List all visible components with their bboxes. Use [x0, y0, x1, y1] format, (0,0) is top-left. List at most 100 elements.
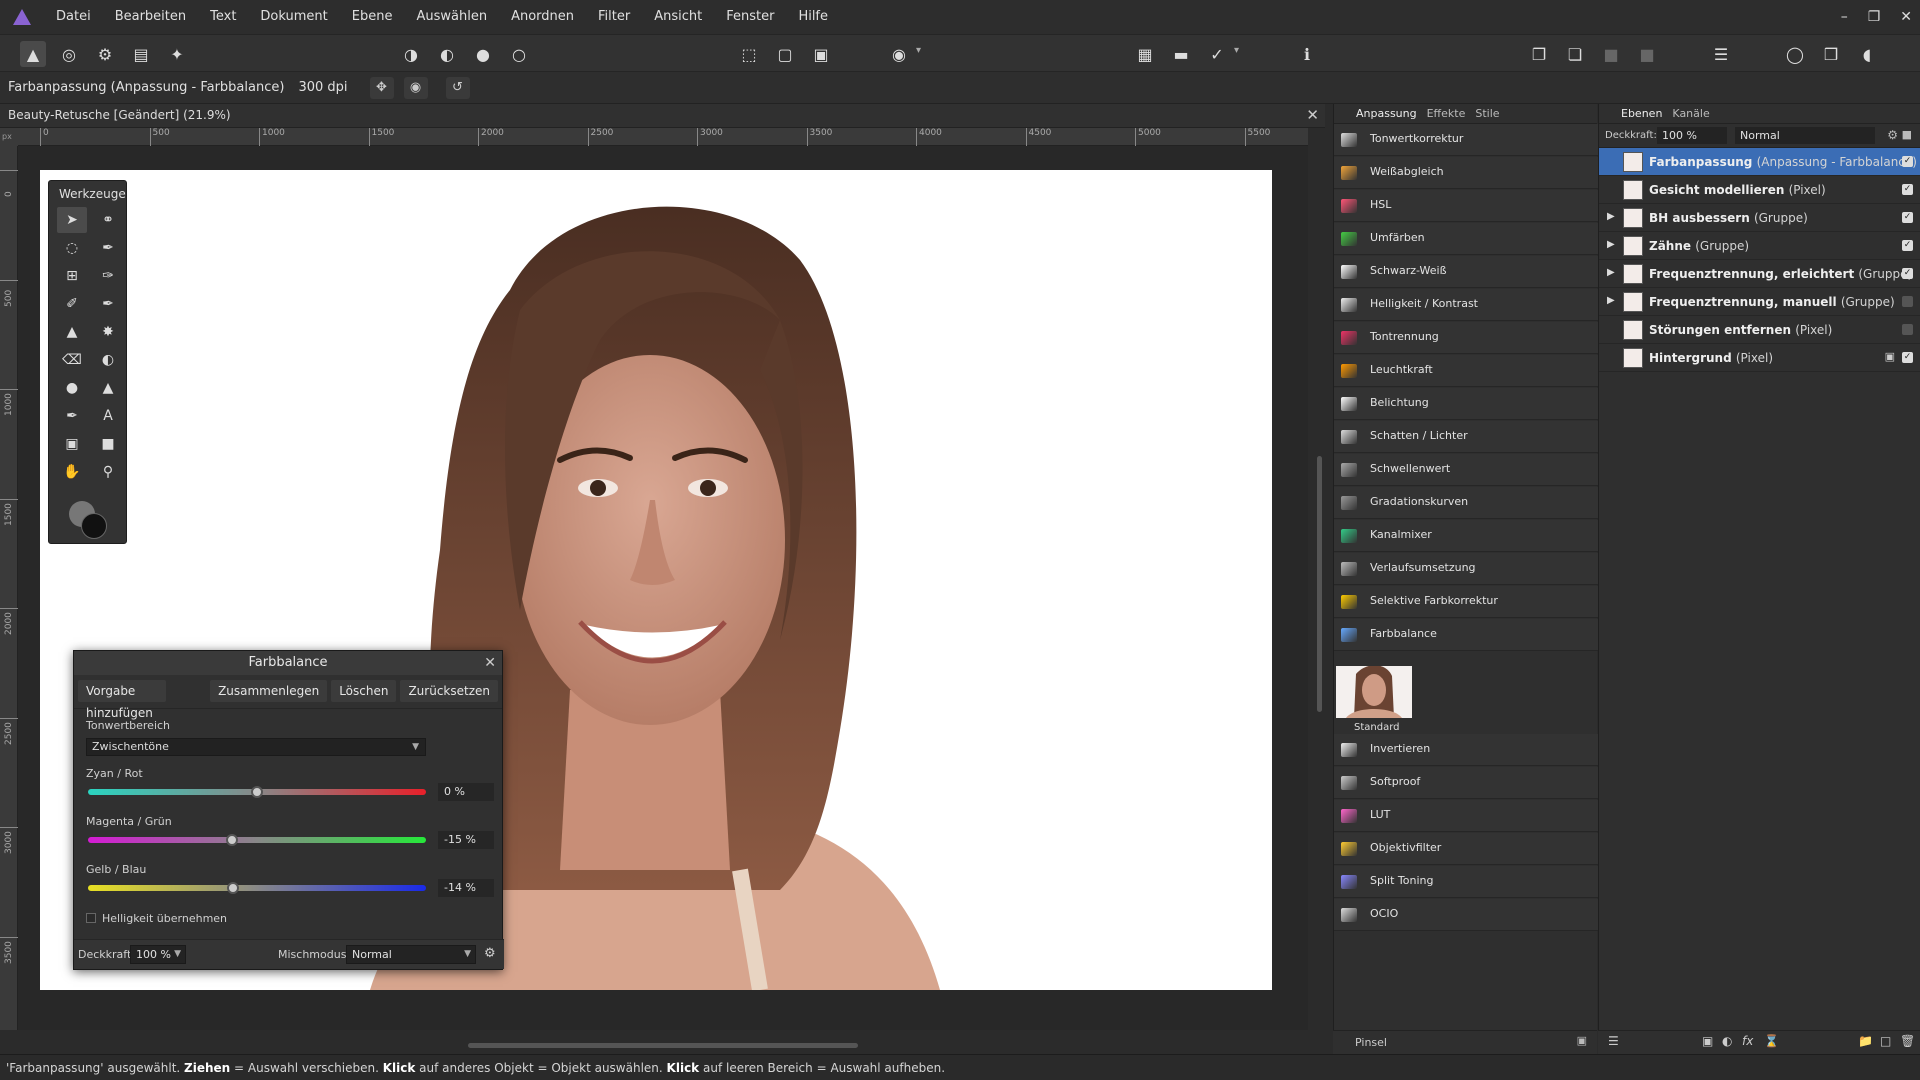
- adjustment-item[interactable]: Schwarz-Weiß: [1334, 256, 1598, 288]
- select-all-icon[interactable]: ⬚: [736, 41, 762, 67]
- adjustment-item[interactable]: OCIO: [1334, 899, 1598, 931]
- tab-adjustment[interactable]: Anpassung: [1356, 107, 1417, 120]
- adjustment-item[interactable]: Umfärben: [1334, 223, 1598, 255]
- adjustment-item[interactable]: Gradationskurven: [1334, 487, 1598, 519]
- tab-styles[interactable]: Stile: [1475, 107, 1499, 120]
- arrange-back-icon[interactable]: ❐: [1526, 41, 1552, 67]
- boolean-subtract-icon[interactable]: ❒: [1818, 41, 1844, 67]
- hand-tool-icon[interactable]: ✋: [57, 459, 87, 485]
- adjustment-item[interactable]: Verlaufsumsetzung: [1334, 553, 1598, 585]
- adjustment-item[interactable]: Tontrennung: [1334, 322, 1598, 354]
- menu-item-10[interactable]: Hilfe: [786, 0, 840, 34]
- opacity-select[interactable]: 100 % ▼: [130, 945, 186, 964]
- close-document-icon[interactable]: ✕: [1306, 106, 1319, 124]
- layer-opacity-select[interactable]: 100 %: [1657, 127, 1727, 144]
- adjustment-item[interactable]: Farbbalance: [1334, 619, 1598, 651]
- color-well[interactable]: [67, 499, 111, 539]
- affinity-photo-logo-icon[interactable]: [0, 0, 44, 34]
- shape-tool-icon[interactable]: ■: [93, 431, 123, 457]
- lock-icon[interactable]: ■: [1902, 128, 1912, 141]
- arrange-front-icon[interactable]: ■: [1598, 41, 1624, 67]
- background-color[interactable]: [81, 513, 107, 539]
- reset-icon[interactable]: ↺: [445, 76, 470, 99]
- menu-item-7[interactable]: Filter: [586, 0, 642, 34]
- layer-row[interactable]: Störungen entfernen (Pixel): [1599, 316, 1920, 344]
- layer-row[interactable]: ▶ Frequenztrennung, manuell (Gruppe): [1599, 288, 1920, 316]
- expand-arrow-icon[interactable]: ▶: [1607, 239, 1615, 250]
- crop-tool-icon[interactable]: ⊞: [57, 263, 87, 289]
- erase-tool-icon[interactable]: ⌫: [57, 347, 87, 373]
- invert-selection-icon[interactable]: ▣: [808, 41, 834, 67]
- adjustment-item[interactable]: Softproof: [1334, 767, 1598, 799]
- assistant-dropdown-icon[interactable]: ▾: [1234, 45, 1244, 63]
- boolean-add-icon[interactable]: ◯: [1782, 41, 1808, 67]
- vertical-scroll-thumb[interactable]: [1317, 456, 1322, 712]
- cyan-red-value[interactable]: 0 %: [438, 783, 494, 801]
- adjustment-item[interactable]: Selektive Farbkorrektur: [1334, 586, 1598, 618]
- adjustment-item[interactable]: Schatten / Lichter: [1334, 421, 1598, 453]
- checkbox-box[interactable]: [86, 913, 96, 923]
- menu-item-8[interactable]: Ansicht: [642, 0, 714, 34]
- layer-row[interactable]: ▶ Zähne (Gruppe) ✓: [1599, 232, 1920, 260]
- visibility-checkbox[interactable]: ✓: [1902, 156, 1913, 167]
- selection-brush-tool-icon[interactable]: ⚭: [93, 207, 123, 233]
- layer-blend-select[interactable]: Normal: [1735, 127, 1875, 144]
- healing-tool-icon[interactable]: ✸: [93, 319, 123, 345]
- close-window-icon[interactable]: ✕: [1900, 9, 1912, 25]
- adjustment-preset-thumbnail[interactable]: [1336, 666, 1412, 718]
- info-icon[interactable]: ℹ: [1294, 41, 1320, 67]
- tonal-range-select[interactable]: Zwischentöne ▼: [86, 738, 426, 756]
- tab-effects[interactable]: Effekte: [1427, 107, 1466, 120]
- pixel-tool-icon[interactable]: ✒: [93, 291, 123, 317]
- expand-arrow-icon[interactable]: ▶: [1607, 211, 1615, 222]
- layer-stack-icon[interactable]: ☰: [1608, 1034, 1619, 1048]
- blend-mode-select[interactable]: Normal ▼: [346, 945, 476, 964]
- adjustment-item[interactable]: Split Toning: [1334, 866, 1598, 898]
- visibility-checkbox[interactable]: ✓: [1902, 268, 1913, 279]
- fx-icon[interactable]: fx: [1742, 1034, 1753, 1048]
- adjustment-item[interactable]: Schwellenwert: [1334, 454, 1598, 486]
- guides-icon[interactable]: ▬: [1168, 41, 1194, 67]
- liquify-persona-icon[interactable]: ◎: [56, 41, 82, 67]
- position-icon[interactable]: ✥: [369, 76, 394, 99]
- zoom-tool-icon[interactable]: ⚲: [93, 459, 123, 485]
- deselect-icon[interactable]: ▢: [772, 41, 798, 67]
- visibility-icon[interactable]: ◉: [403, 76, 428, 99]
- menu-item-2[interactable]: Text: [198, 0, 248, 34]
- visibility-checkbox[interactable]: ✓: [1902, 240, 1913, 251]
- layer-row[interactable]: Hintergrund (Pixel) ▣ ✓: [1599, 344, 1920, 372]
- magenta-green-slider[interactable]: [88, 837, 426, 843]
- layer-row[interactable]: ▶ Frequenztrennung, erleichtert (Gruppe) ✓: [1599, 260, 1920, 288]
- document-tab[interactable]: Beauty-Retusche [Geändert] (21.9%) ✕: [0, 104, 1325, 128]
- paint-brush-tool-icon[interactable]: ✐: [57, 291, 87, 317]
- boolean-intersect-icon[interactable]: ◖: [1854, 41, 1880, 67]
- yellow-blue-slider-knob[interactable]: [227, 882, 240, 894]
- sharpen-tool-icon[interactable]: ▲: [93, 375, 123, 401]
- layer-row[interactable]: Farbanpassung (Anpassung - Farbbalance) ✓: [1599, 148, 1920, 176]
- yellow-blue-value[interactable]: -14 %: [438, 879, 494, 897]
- visibility-checkbox[interactable]: [1902, 296, 1913, 307]
- cyan-red-slider-knob[interactable]: [251, 786, 263, 798]
- adjustment-item[interactable]: Tonwertkorrektur: [1334, 124, 1598, 156]
- live-filter-icon[interactable]: ⌛: [1764, 1034, 1779, 1048]
- snapping-icon[interactable]: ▦: [1132, 41, 1158, 67]
- expand-arrow-icon[interactable]: ▶: [1607, 295, 1615, 306]
- layer-row[interactable]: ▶ BH ausbessern (Gruppe) ✓: [1599, 204, 1920, 232]
- lock-icon[interactable]: ▣: [1885, 350, 1895, 363]
- adjustment-item[interactable]: Kanalmixer: [1334, 520, 1598, 552]
- horizontal-scrollbar[interactable]: [18, 1036, 1308, 1054]
- ruler-unit[interactable]: px: [0, 128, 18, 146]
- visibility-checkbox[interactable]: ✓: [1902, 184, 1913, 195]
- auto-contrast-icon[interactable]: ◐: [434, 41, 460, 67]
- add-preset-button[interactable]: Vorgabe hinzufügen: [78, 680, 167, 720]
- adjustment-item[interactable]: Objektivfilter: [1334, 833, 1598, 865]
- photo-persona-icon[interactable]: ▲: [20, 41, 46, 67]
- auto-colors-icon[interactable]: ●: [470, 41, 496, 67]
- brushes-panel-bar[interactable]: Pinsel ▣: [1333, 1030, 1597, 1054]
- tone-mapping-persona-icon[interactable]: ▤: [128, 41, 154, 67]
- pen-tool-icon[interactable]: ✒: [57, 403, 87, 429]
- arrange-bottom-icon[interactable]: ■: [1634, 41, 1660, 67]
- reset-button[interactable]: Zurücksetzen: [400, 680, 498, 702]
- delete-button[interactable]: Löschen: [331, 680, 397, 702]
- gear-icon[interactable]: ⚙: [1887, 128, 1898, 142]
